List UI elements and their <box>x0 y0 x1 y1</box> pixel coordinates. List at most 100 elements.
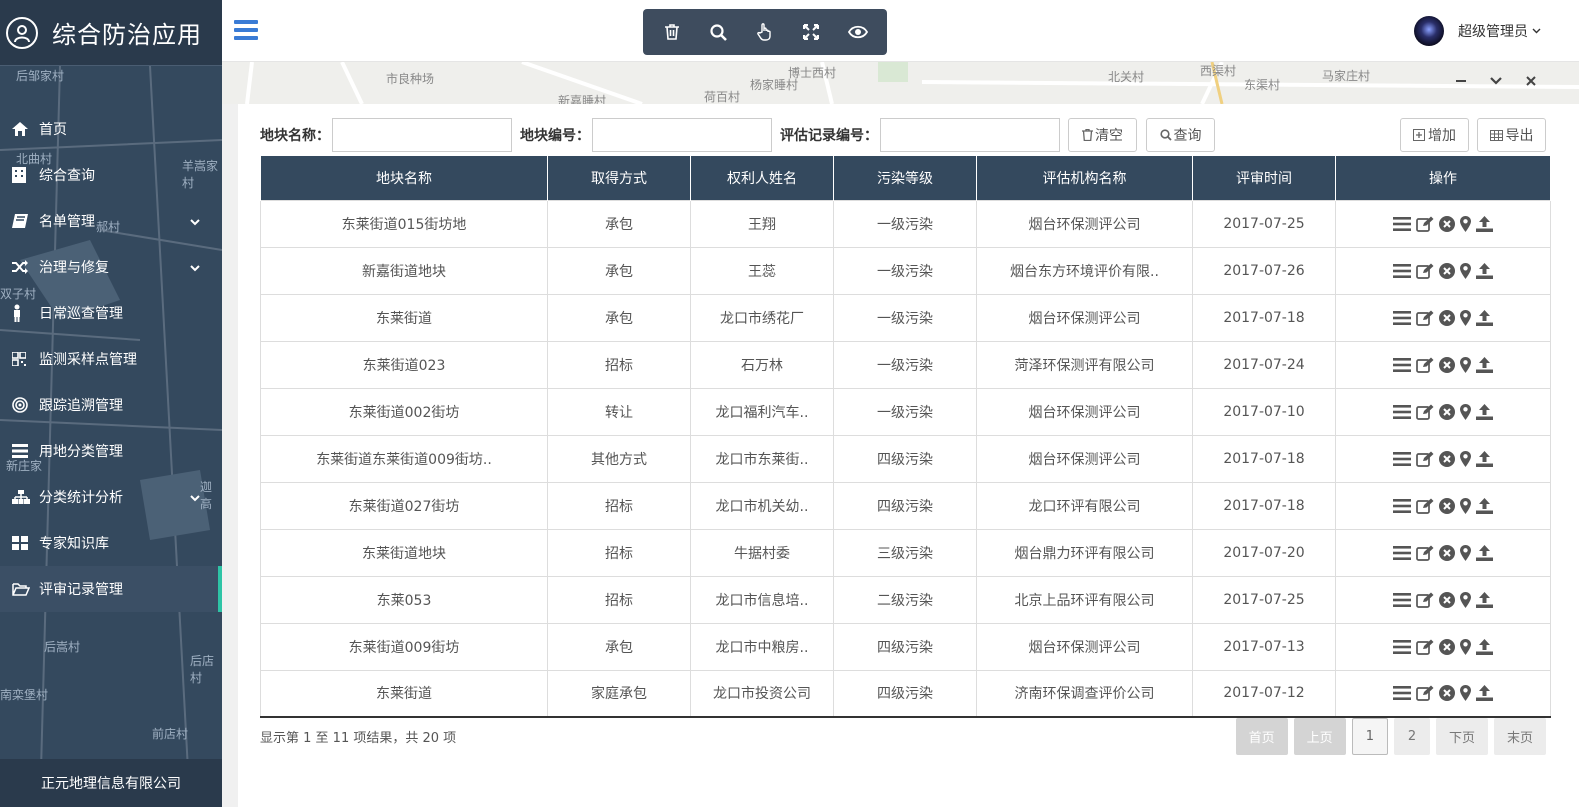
upload-icon[interactable] <box>1476 356 1493 373</box>
upload-icon[interactable] <box>1476 591 1493 608</box>
details-list-icon[interactable] <box>1393 639 1411 654</box>
user-menu[interactable]: 超级管理员 <box>1414 16 1541 46</box>
prev-page-button[interactable]: 上页 <box>1293 718 1346 755</box>
upload-icon[interactable] <box>1476 450 1493 467</box>
delete-circle-icon[interactable] <box>1439 356 1455 373</box>
edit-icon[interactable] <box>1416 545 1434 561</box>
upload-icon[interactable] <box>1476 262 1493 279</box>
delete-circle-icon[interactable] <box>1439 638 1455 655</box>
last-page-button[interactable]: 末页 <box>1493 718 1546 755</box>
table-row[interactable]: 东莱街道 家庭承包 龙口市投资公司 四级污染 济南环保调查评价公司 2017-07-12 <box>260 669 1551 718</box>
edit-icon[interactable] <box>1416 498 1434 514</box>
location-pin-icon[interactable] <box>1460 215 1471 232</box>
details-list-icon[interactable] <box>1393 451 1411 466</box>
location-pin-icon[interactable] <box>1460 685 1471 702</box>
table-row[interactable]: 东莱街道009街坊 承包 龙口市中粮房.. 四级污染 烟台环保测评公司 2017-07-1… <box>260 622 1551 671</box>
table-row[interactable]: 东莱街道027街坊 招标 龙口市机关幼.. 四级污染 龙口环评有限公司 2017-07-1… <box>260 481 1551 530</box>
edit-icon[interactable] <box>1416 592 1434 608</box>
delete-circle-icon[interactable] <box>1439 544 1455 561</box>
upload-icon[interactable] <box>1476 544 1493 561</box>
export-button[interactable]: 导出 <box>1477 118 1546 152</box>
details-list-icon[interactable] <box>1393 686 1411 701</box>
edit-icon[interactable] <box>1416 216 1434 232</box>
sidebar-item-home[interactable]: 首页 <box>0 106 222 152</box>
delete-circle-icon[interactable] <box>1439 591 1455 608</box>
sidebar-item-inspection[interactable]: 日常巡查管理 <box>0 290 222 336</box>
delete-circle-icon[interactable] <box>1439 497 1455 514</box>
location-pin-icon[interactable] <box>1460 403 1471 420</box>
details-list-icon[interactable] <box>1393 404 1411 419</box>
fullscreen-button[interactable] <box>794 15 828 49</box>
details-list-icon[interactable] <box>1393 216 1411 231</box>
table-row[interactable]: 东莱053 招标 龙口市信息培.. 二级污染 北京上品环评有限公司 2017-07-25 <box>260 575 1551 624</box>
sidebar-item-sampling[interactable]: 监测采样点管理 <box>0 336 222 382</box>
sidebar-item-query[interactable]: 综合查询 <box>0 152 222 198</box>
sidebar-item-land-classification[interactable]: 用地分类管理 <box>0 428 222 474</box>
sidebar-item-expert-library[interactable]: 专家知识库 <box>0 520 222 566</box>
hamburger-menu-button[interactable] <box>234 20 258 44</box>
upload-icon[interactable] <box>1476 685 1493 702</box>
location-pin-icon[interactable] <box>1460 356 1471 373</box>
table-row[interactable]: 东莱街道 承包 龙口市绣花厂 一级污染 烟台环保测评公司 2017-07-18 <box>260 293 1551 342</box>
record-code-input[interactable] <box>880 118 1060 152</box>
sidebar-item-review-records[interactable]: 评审记录管理 <box>0 566 222 612</box>
edit-icon[interactable] <box>1416 310 1434 326</box>
first-page-button[interactable]: 首页 <box>1235 718 1288 755</box>
table-row[interactable]: 新嘉街道地块 承包 王蕊 一级污染 烟台东方环境评价有限.. 2017-07-26 <box>260 246 1551 295</box>
trash-button[interactable] <box>655 15 689 49</box>
pan-hand-button[interactable] <box>748 15 782 49</box>
location-pin-icon[interactable] <box>1460 591 1471 608</box>
sidebar-item-tracking[interactable]: 跟踪追溯管理 <box>0 382 222 428</box>
location-pin-icon[interactable] <box>1460 450 1471 467</box>
edit-icon[interactable] <box>1416 451 1434 467</box>
edit-icon[interactable] <box>1416 404 1434 420</box>
edit-icon[interactable] <box>1416 639 1434 655</box>
upload-icon[interactable] <box>1476 403 1493 420</box>
details-list-icon[interactable] <box>1393 545 1411 560</box>
delete-circle-icon[interactable] <box>1439 215 1455 232</box>
upload-icon[interactable] <box>1476 497 1493 514</box>
edit-icon[interactable] <box>1416 685 1434 702</box>
add-button[interactable]: 增加 <box>1400 118 1469 152</box>
upload-icon[interactable] <box>1476 309 1493 326</box>
page-button-2[interactable]: 2 <box>1393 718 1430 755</box>
delete-circle-icon[interactable] <box>1439 309 1455 326</box>
table-row[interactable]: 东莱街道东莱街道009街坊.. 其他方式 龙口市东莱街.. 四级污染 烟台环保测评公司 2… <box>260 434 1551 483</box>
location-pin-icon[interactable] <box>1460 497 1471 514</box>
close-icon[interactable] <box>1525 72 1537 91</box>
location-pin-icon[interactable] <box>1460 309 1471 326</box>
next-page-button[interactable]: 下页 <box>1435 718 1488 755</box>
view-button[interactable] <box>841 15 875 49</box>
delete-circle-icon[interactable] <box>1439 685 1455 702</box>
sidebar-item-list-management[interactable]: 名单管理 <box>0 198 222 244</box>
table-row[interactable]: 东莱街道023 招标 石万林 一级污染 菏泽环保测评有限公司 2017-07-24 <box>260 340 1551 389</box>
details-list-icon[interactable] <box>1393 498 1411 513</box>
map-view[interactable]: 市良种场 新嘉睡村 博士西村 杨家睡村 荷百村 北关村 西渠村 东渠村 马家庄村 <box>222 62 1579 104</box>
collapse-chevron-icon[interactable] <box>1489 72 1503 91</box>
upload-icon[interactable] <box>1476 638 1493 655</box>
delete-circle-icon[interactable] <box>1439 450 1455 467</box>
details-list-icon[interactable] <box>1393 263 1411 278</box>
page-button-1[interactable]: 1 <box>1351 718 1388 755</box>
delete-circle-icon[interactable] <box>1439 262 1455 279</box>
search-button[interactable] <box>702 15 736 49</box>
details-list-icon[interactable] <box>1393 310 1411 325</box>
sidebar-item-statistics[interactable]: 分类统计分析 <box>0 474 222 520</box>
table-row[interactable]: 东莱街道地块 招标 牛据村委 三级污染 烟台鼎力环评有限公司 2017-07-20 <box>260 528 1551 577</box>
location-pin-icon[interactable] <box>1460 638 1471 655</box>
location-pin-icon[interactable] <box>1460 262 1471 279</box>
delete-circle-icon[interactable] <box>1439 403 1455 420</box>
edit-icon[interactable] <box>1416 263 1434 279</box>
edit-icon[interactable] <box>1416 357 1434 373</box>
table-row[interactable]: 东莱街道002街坊 转让 龙口福利汽车.. 一级污染 烟台环保测评公司 2017-07-1… <box>260 387 1551 436</box>
sidebar-item-remediation[interactable]: 治理与修复 <box>0 244 222 290</box>
query-button[interactable]: 查询 <box>1146 118 1215 152</box>
details-list-icon[interactable] <box>1393 357 1411 372</box>
clear-button[interactable]: 清空 <box>1068 118 1137 152</box>
location-pin-icon[interactable] <box>1460 544 1471 561</box>
table-row[interactable]: 东莱街道015街坊地 承包 王翔 一级污染 烟台环保测评公司 2017-07-25 <box>260 199 1551 248</box>
land-code-input[interactable] <box>592 118 772 152</box>
minimize-icon[interactable] <box>1455 72 1467 91</box>
details-list-icon[interactable] <box>1393 592 1411 607</box>
upload-icon[interactable] <box>1476 215 1493 232</box>
